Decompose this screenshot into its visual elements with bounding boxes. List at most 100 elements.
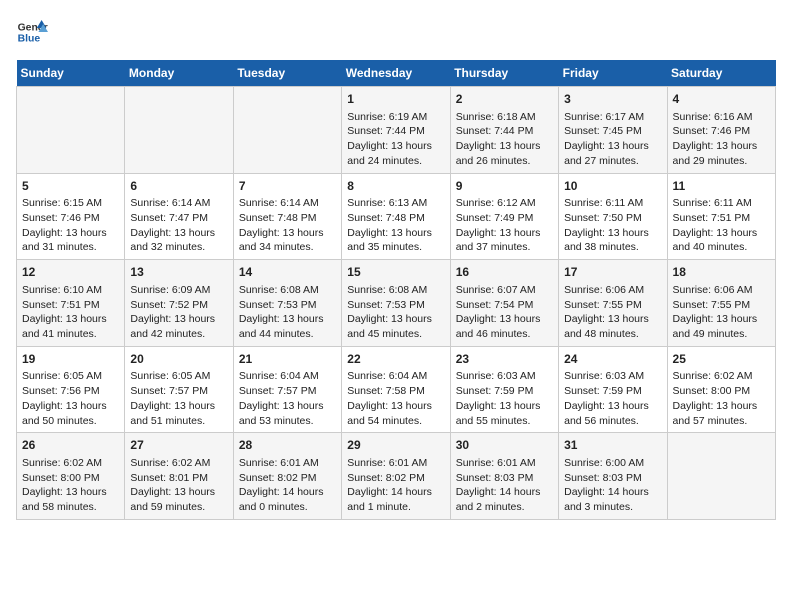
day-info-line: and 38 minutes. bbox=[564, 240, 661, 255]
day-info-line: and 2 minutes. bbox=[456, 500, 553, 515]
day-number: 24 bbox=[564, 351, 661, 368]
day-info-line: Sunset: 8:00 PM bbox=[22, 471, 119, 486]
day-info-line: Sunrise: 6:11 AM bbox=[673, 196, 770, 211]
day-info-line: and 24 minutes. bbox=[347, 154, 444, 169]
calendar-cell: 25Sunrise: 6:02 AMSunset: 8:00 PMDayligh… bbox=[667, 346, 775, 433]
day-info-line: Sunset: 7:53 PM bbox=[347, 298, 444, 313]
week-row-5: 26Sunrise: 6:02 AMSunset: 8:00 PMDayligh… bbox=[17, 433, 776, 520]
day-info-line: Daylight: 13 hours bbox=[130, 312, 227, 327]
day-info-line: Daylight: 13 hours bbox=[22, 399, 119, 414]
week-row-4: 19Sunrise: 6:05 AMSunset: 7:56 PMDayligh… bbox=[17, 346, 776, 433]
day-info-line: and 53 minutes. bbox=[239, 414, 336, 429]
calendar-cell bbox=[233, 87, 341, 174]
day-info-line: Daylight: 13 hours bbox=[347, 139, 444, 154]
calendar-cell: 3Sunrise: 6:17 AMSunset: 7:45 PMDaylight… bbox=[559, 87, 667, 174]
calendar-cell: 6Sunrise: 6:14 AMSunset: 7:47 PMDaylight… bbox=[125, 173, 233, 260]
day-info-line: Sunrise: 6:17 AM bbox=[564, 110, 661, 125]
day-info-line: Daylight: 13 hours bbox=[239, 399, 336, 414]
day-info-line: Sunrise: 6:07 AM bbox=[456, 283, 553, 298]
day-info-line: Sunrise: 6:14 AM bbox=[130, 196, 227, 211]
calendar-cell bbox=[667, 433, 775, 520]
calendar-cell: 28Sunrise: 6:01 AMSunset: 8:02 PMDayligh… bbox=[233, 433, 341, 520]
calendar-cell: 8Sunrise: 6:13 AMSunset: 7:48 PMDaylight… bbox=[342, 173, 450, 260]
day-number: 4 bbox=[673, 91, 770, 108]
day-info-line: Sunrise: 6:02 AM bbox=[130, 456, 227, 471]
day-info-line: Sunset: 7:57 PM bbox=[239, 384, 336, 399]
day-number: 7 bbox=[239, 178, 336, 195]
day-number: 21 bbox=[239, 351, 336, 368]
calendar-cell: 23Sunrise: 6:03 AMSunset: 7:59 PMDayligh… bbox=[450, 346, 558, 433]
day-info-line: Sunset: 7:54 PM bbox=[456, 298, 553, 313]
day-info-line: Sunset: 7:53 PM bbox=[239, 298, 336, 313]
calendar-cell: 10Sunrise: 6:11 AMSunset: 7:50 PMDayligh… bbox=[559, 173, 667, 260]
day-info-line: Sunset: 7:48 PM bbox=[239, 211, 336, 226]
day-info-line: Sunset: 7:56 PM bbox=[22, 384, 119, 399]
day-info-line: and 57 minutes. bbox=[673, 414, 770, 429]
day-info-line: and 37 minutes. bbox=[456, 240, 553, 255]
day-number: 16 bbox=[456, 264, 553, 281]
day-info-line: and 26 minutes. bbox=[456, 154, 553, 169]
calendar-cell: 5Sunrise: 6:15 AMSunset: 7:46 PMDaylight… bbox=[17, 173, 125, 260]
day-number: 12 bbox=[22, 264, 119, 281]
day-info-line: Sunset: 8:00 PM bbox=[673, 384, 770, 399]
day-info-line: Sunset: 7:47 PM bbox=[130, 211, 227, 226]
day-info-line: Sunset: 7:45 PM bbox=[564, 124, 661, 139]
day-info-line: Sunset: 8:02 PM bbox=[347, 471, 444, 486]
day-info-line: and 56 minutes. bbox=[564, 414, 661, 429]
column-header-monday: Monday bbox=[125, 60, 233, 87]
day-info-line: Daylight: 13 hours bbox=[673, 312, 770, 327]
day-number: 11 bbox=[673, 178, 770, 195]
day-info-line: and 40 minutes. bbox=[673, 240, 770, 255]
day-info-line: Sunset: 7:51 PM bbox=[22, 298, 119, 313]
day-info-line: and 27 minutes. bbox=[564, 154, 661, 169]
day-info-line: and 51 minutes. bbox=[130, 414, 227, 429]
day-number: 17 bbox=[564, 264, 661, 281]
day-info-line: Daylight: 13 hours bbox=[22, 226, 119, 241]
calendar-cell: 13Sunrise: 6:09 AMSunset: 7:52 PMDayligh… bbox=[125, 260, 233, 347]
day-number: 23 bbox=[456, 351, 553, 368]
calendar-cell: 29Sunrise: 6:01 AMSunset: 8:02 PMDayligh… bbox=[342, 433, 450, 520]
calendar-cell: 14Sunrise: 6:08 AMSunset: 7:53 PMDayligh… bbox=[233, 260, 341, 347]
day-number: 1 bbox=[347, 91, 444, 108]
calendar-cell: 22Sunrise: 6:04 AMSunset: 7:58 PMDayligh… bbox=[342, 346, 450, 433]
day-info-line: Sunset: 8:02 PM bbox=[239, 471, 336, 486]
day-info-line: and 42 minutes. bbox=[130, 327, 227, 342]
calendar-cell: 2Sunrise: 6:18 AMSunset: 7:44 PMDaylight… bbox=[450, 87, 558, 174]
day-info-line: Sunrise: 6:03 AM bbox=[456, 369, 553, 384]
week-row-2: 5Sunrise: 6:15 AMSunset: 7:46 PMDaylight… bbox=[17, 173, 776, 260]
calendar-cell: 30Sunrise: 6:01 AMSunset: 8:03 PMDayligh… bbox=[450, 433, 558, 520]
calendar-cell: 24Sunrise: 6:03 AMSunset: 7:59 PMDayligh… bbox=[559, 346, 667, 433]
calendar-cell: 27Sunrise: 6:02 AMSunset: 8:01 PMDayligh… bbox=[125, 433, 233, 520]
calendar-cell: 12Sunrise: 6:10 AMSunset: 7:51 PMDayligh… bbox=[17, 260, 125, 347]
svg-text:Blue: Blue bbox=[18, 34, 41, 45]
day-info-line: Sunrise: 6:08 AM bbox=[347, 283, 444, 298]
calendar-header-row: SundayMondayTuesdayWednesdayThursdayFrid… bbox=[17, 60, 776, 87]
day-number: 13 bbox=[130, 264, 227, 281]
day-info-line: Daylight: 13 hours bbox=[239, 312, 336, 327]
day-info-line: and 45 minutes. bbox=[347, 327, 444, 342]
day-info-line: Daylight: 13 hours bbox=[673, 399, 770, 414]
page-header: General Blue bbox=[16, 16, 776, 48]
day-number: 31 bbox=[564, 437, 661, 454]
day-info-line: Daylight: 14 hours bbox=[564, 485, 661, 500]
day-info-line: and 3 minutes. bbox=[564, 500, 661, 515]
calendar-cell: 11Sunrise: 6:11 AMSunset: 7:51 PMDayligh… bbox=[667, 173, 775, 260]
calendar-cell: 19Sunrise: 6:05 AMSunset: 7:56 PMDayligh… bbox=[17, 346, 125, 433]
calendar-cell: 7Sunrise: 6:14 AMSunset: 7:48 PMDaylight… bbox=[233, 173, 341, 260]
day-info-line: Sunset: 7:57 PM bbox=[130, 384, 227, 399]
day-info-line: and 50 minutes. bbox=[22, 414, 119, 429]
day-info-line: Sunrise: 6:04 AM bbox=[347, 369, 444, 384]
day-number: 27 bbox=[130, 437, 227, 454]
day-info-line: Daylight: 13 hours bbox=[347, 399, 444, 414]
day-info-line: Sunset: 7:44 PM bbox=[456, 124, 553, 139]
calendar-cell: 18Sunrise: 6:06 AMSunset: 7:55 PMDayligh… bbox=[667, 260, 775, 347]
day-number: 18 bbox=[673, 264, 770, 281]
day-info-line: Sunrise: 6:03 AM bbox=[564, 369, 661, 384]
calendar-cell bbox=[125, 87, 233, 174]
day-info-line: Sunset: 7:52 PM bbox=[130, 298, 227, 313]
day-info-line: Sunrise: 6:06 AM bbox=[564, 283, 661, 298]
day-number: 29 bbox=[347, 437, 444, 454]
day-number: 22 bbox=[347, 351, 444, 368]
day-number: 10 bbox=[564, 178, 661, 195]
day-info-line: Sunset: 7:51 PM bbox=[673, 211, 770, 226]
